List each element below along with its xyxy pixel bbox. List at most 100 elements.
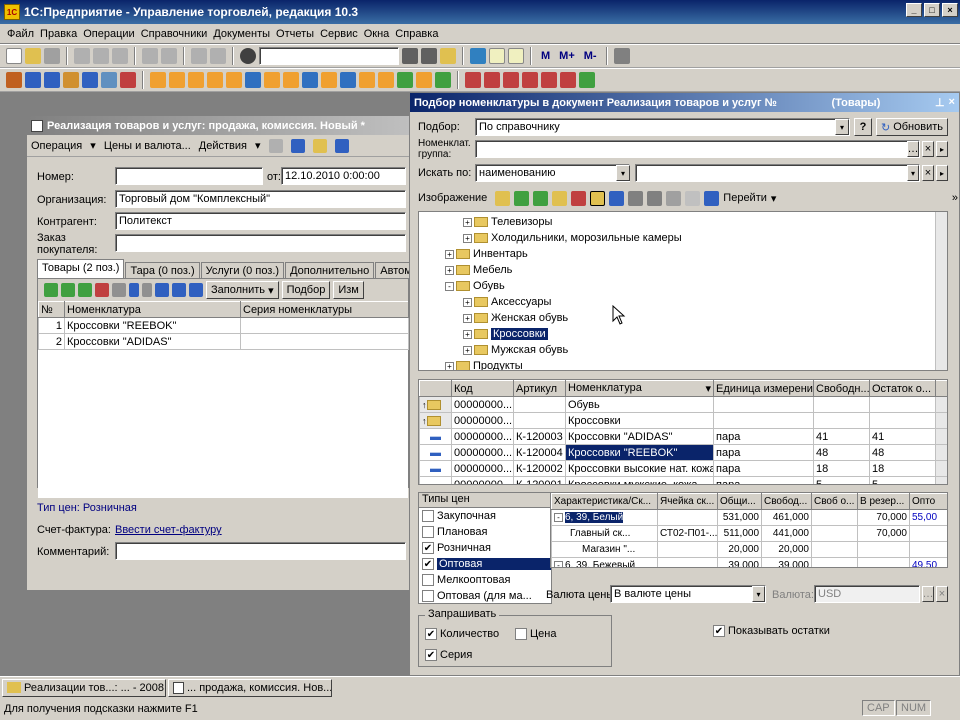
currency-field[interactable]: В валюте цены xyxy=(610,585,766,603)
print-icon[interactable] xyxy=(142,48,158,64)
collapse-icon[interactable]: - xyxy=(445,281,454,291)
cut-icon[interactable] xyxy=(74,48,90,64)
receipt-icon[interactable] xyxy=(283,72,299,88)
expand-icon[interactable]: + xyxy=(463,313,472,323)
pin-icon[interactable]: ⊥ xyxy=(935,96,945,109)
ask-qty-checkbox[interactable]: ✔ Количество xyxy=(425,626,499,642)
sort-desc-icon[interactable] xyxy=(172,283,186,297)
price-type-item[interactable]: Оптовая (для ма... xyxy=(419,588,551,603)
col-cell[interactable]: Ячейка ск... xyxy=(657,493,718,510)
checkbox[interactable] xyxy=(422,526,434,538)
open-folder-icon[interactable] xyxy=(25,48,41,64)
tree-item[interactable]: + Продукты xyxy=(419,358,947,370)
fill-button[interactable]: Заполнить ▾ xyxy=(206,281,279,299)
undo-icon[interactable] xyxy=(191,48,207,64)
catalog-icon[interactable] xyxy=(6,72,22,88)
col-name[interactable]: Номенклатура ▾ xyxy=(565,380,714,397)
calendar-icon[interactable] xyxy=(489,48,505,64)
tree-item[interactable]: + Женская обувь xyxy=(419,310,947,326)
go-icon[interactable] xyxy=(334,138,349,153)
collapse-icon[interactable]: - xyxy=(554,513,563,522)
col-unit[interactable]: Единица измерения xyxy=(713,380,814,397)
operation-menu[interactable]: Операция xyxy=(31,140,82,152)
journal-icon[interactable] xyxy=(44,72,60,88)
hierarchy-icon[interactable] xyxy=(590,190,606,206)
search-dropdown[interactable]: ▾ xyxy=(907,165,919,181)
price-type-item[interactable]: Плановая xyxy=(419,524,551,540)
copy-row-icon[interactable] xyxy=(61,283,75,297)
tools-icon[interactable] xyxy=(613,48,630,64)
expand-icon[interactable]: + xyxy=(445,361,454,370)
tree-item[interactable]: + Аксессуары xyxy=(419,294,947,310)
return-icon[interactable] xyxy=(188,72,204,88)
transfer-icon[interactable] xyxy=(245,72,261,88)
goto-menu[interactable]: Перейти xyxy=(723,192,767,204)
tree-item-selected[interactable]: + Кроссовки xyxy=(419,326,947,342)
tab-goods[interactable]: Товары (2 поз.) xyxy=(37,259,125,278)
cash-icon[interactable] xyxy=(63,72,79,88)
order-icon[interactable] xyxy=(207,72,223,88)
users-icon[interactable] xyxy=(82,72,98,88)
order-field[interactable] xyxy=(115,234,406,252)
price-type-item[interactable]: Закупочная xyxy=(419,508,551,524)
task-sales-journal[interactable]: Реализации тов...: ... - 2008 г. xyxy=(2,678,166,697)
filter-off-icon[interactable] xyxy=(666,190,682,206)
tree-item[interactable]: + Мужская обувь xyxy=(419,342,947,358)
col-rest[interactable]: Остаток о... xyxy=(869,380,936,397)
add-folder-icon[interactable] xyxy=(495,190,511,206)
invoice-icon[interactable] xyxy=(226,72,242,88)
save-icon[interactable] xyxy=(44,48,60,64)
move-up-icon[interactable] xyxy=(129,283,139,297)
checkbox-checked[interactable]: ✔ xyxy=(422,542,434,554)
tree-item[interactable]: + Телевизоры xyxy=(419,214,947,230)
tab-additional[interactable]: Дополнительно xyxy=(285,262,375,278)
price-type-item-selected[interactable]: ✔ Оптовая xyxy=(419,556,551,572)
expand-icon[interactable]: + xyxy=(463,329,472,339)
stock-row[interactable]: Магазин "... 20,000 20,000 xyxy=(551,541,947,558)
checkbox-checked[interactable]: ✔ xyxy=(422,558,434,570)
find-next-icon[interactable] xyxy=(402,48,418,64)
filter-list-icon[interactable] xyxy=(647,190,663,206)
search-go-button[interactable]: ▸ xyxy=(936,165,948,181)
sale-icon[interactable] xyxy=(169,72,185,88)
report5-icon[interactable] xyxy=(541,72,557,88)
invoice-link[interactable]: Ввести счет-фактуру xyxy=(115,524,222,536)
filter-clear-icon[interactable] xyxy=(685,190,701,206)
currency2-clear[interactable]: × xyxy=(936,586,948,602)
paste-icon[interactable] xyxy=(112,48,128,64)
checkbox[interactable] xyxy=(422,510,434,522)
grid-row[interactable]: ▬ 00000000... К-120001 Кроссовки мужские, к… xyxy=(419,476,947,484)
show-rest-checkbox[interactable]: ✔ Показывать остатки xyxy=(713,623,830,639)
row-series[interactable] xyxy=(240,317,409,334)
table-row[interactable]: 2 Кроссовки "ADIDAS" xyxy=(38,333,409,350)
tab-tara[interactable]: Тара (0 поз.) xyxy=(125,262,200,278)
cash-order-icon[interactable] xyxy=(321,72,337,88)
report7-icon[interactable] xyxy=(579,72,595,88)
inventory-icon[interactable] xyxy=(378,72,394,88)
price-icon[interactable] xyxy=(359,72,375,88)
purchase-icon[interactable] xyxy=(150,72,166,88)
preview-icon[interactable] xyxy=(161,48,177,64)
copy-item-icon[interactable] xyxy=(514,190,530,206)
row-name[interactable]: Кроссовки "ADIDAS" xyxy=(64,333,241,350)
bank-icon[interactable] xyxy=(340,72,356,88)
delete-item-icon[interactable] xyxy=(571,190,587,206)
add-item-icon[interactable] xyxy=(533,190,549,206)
write-off-icon[interactable] xyxy=(264,72,280,88)
number-field[interactable] xyxy=(115,167,263,185)
report6-icon[interactable] xyxy=(560,72,576,88)
menu-help[interactable]: Справка xyxy=(392,28,441,40)
find-prev-icon[interactable] xyxy=(421,48,437,64)
global-search-input[interactable] xyxy=(259,47,399,65)
col-total[interactable]: Общи... xyxy=(717,493,762,510)
grid-row-folder[interactable]: ↑ 00000000... Обувь xyxy=(419,396,947,413)
prices-currency-button[interactable]: Цены и валюта... xyxy=(104,140,191,152)
close-button[interactable]: × xyxy=(942,3,958,17)
move-down-icon[interactable] xyxy=(142,283,152,297)
barcode-icon[interactable] xyxy=(189,283,203,297)
report4-icon[interactable] xyxy=(522,72,538,88)
table-row[interactable]: 1 Кроссовки "REEBOK" xyxy=(38,317,409,334)
add-row-icon[interactable] xyxy=(44,283,58,297)
filter-icon[interactable] xyxy=(628,190,644,206)
expand-icon[interactable]: + xyxy=(463,345,472,355)
